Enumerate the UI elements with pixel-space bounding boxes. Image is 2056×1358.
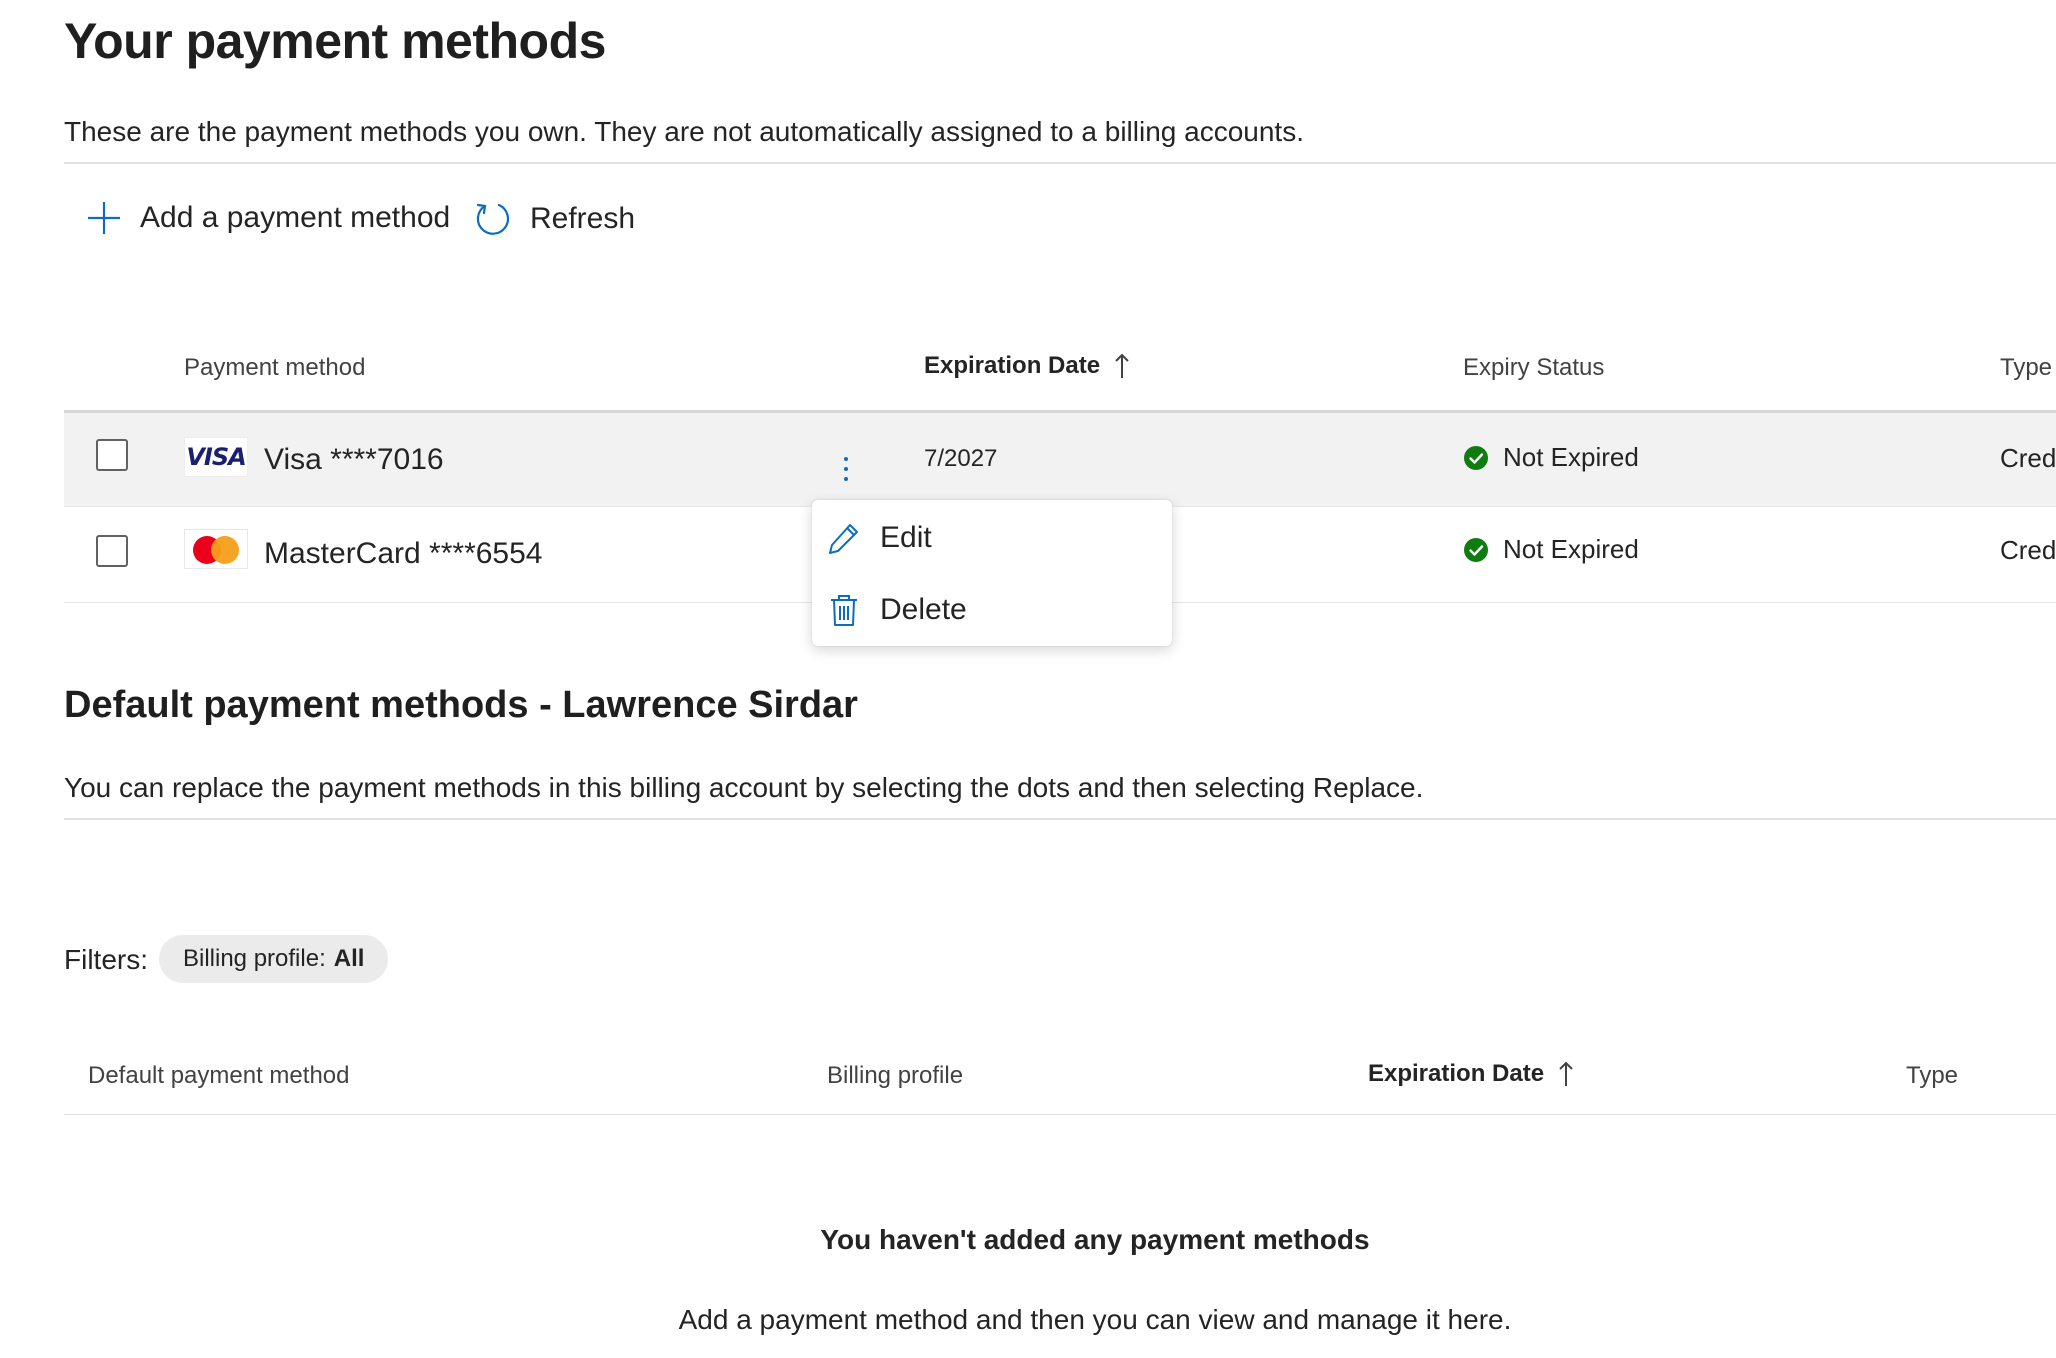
trash-icon <box>831 595 857 626</box>
sort-ascending-icon <box>1559 1061 1573 1086</box>
billing-profile-filter-chip[interactable]: Billing profile: All <box>159 935 389 983</box>
table-row[interactable]: VISA Visa ****7016 7/2027 Not Expired Cr… <box>64 410 2056 507</box>
plus-icon <box>88 202 120 234</box>
add-payment-method-label: Add a payment method <box>140 201 451 234</box>
filter-key: Billing profile: <box>183 945 326 972</box>
divider <box>64 1114 2056 1115</box>
column-header-expiry-status[interactable]: Expiry Status <box>1463 354 1604 382</box>
column-header-billing-profile[interactable]: Billing profile <box>827 1062 963 1090</box>
empty-state-title: You haven't added any payment methods <box>820 1224 1370 1255</box>
edit-menu-item[interactable]: Edit <box>826 520 932 556</box>
page-title: Your payment methods <box>64 13 606 69</box>
expiry-status: Not Expired <box>1463 534 1639 565</box>
row-checkbox[interactable] <box>96 535 128 567</box>
context-menu: Edit Delete <box>812 500 1172 646</box>
section-title: Default payment methods - Lawrence Sirda… <box>64 684 858 726</box>
empty-state-description: Add a payment method and then you can vi… <box>678 1304 1512 1335</box>
card-type: Credi <box>2000 443 2056 473</box>
sort-ascending-icon <box>1115 353 1129 378</box>
row-checkbox[interactable] <box>96 439 128 471</box>
delete-label: Delete <box>880 593 967 626</box>
divider <box>64 818 2056 820</box>
section-description: You can replace the payment methods in t… <box>64 772 1424 803</box>
column-header-type[interactable]: Type <box>2000 354 2052 382</box>
column-header-default-payment-method[interactable]: Default payment method <box>88 1062 349 1090</box>
check-circle-icon <box>1464 537 1488 562</box>
column-header-label: Expiration Date <box>924 352 1101 379</box>
refresh-button[interactable]: Refresh <box>474 200 635 238</box>
edit-label: Edit <box>880 521 932 554</box>
divider <box>64 162 2056 164</box>
column-header-expiration-date[interactable]: Expiration Date <box>924 352 1130 380</box>
column-header-label: Expiration Date <box>1368 1060 1545 1087</box>
expiration-date: 7/2027 <box>924 445 998 472</box>
column-header-type[interactable]: Type <box>1906 1062 1958 1090</box>
pencil-icon <box>829 524 858 554</box>
filter-value: All <box>333 945 365 972</box>
refresh-icon <box>476 203 509 235</box>
refresh-label: Refresh <box>530 202 636 235</box>
mastercard-logo-icon <box>184 529 248 569</box>
column-header-expiration-date[interactable]: Expiration Date <box>1368 1060 1574 1088</box>
visa-logo-icon: VISA <box>184 437 248 477</box>
check-circle-icon <box>1464 445 1488 470</box>
add-payment-method-button[interactable]: Add a payment method <box>86 200 450 236</box>
expiry-status: Not Expired <box>1463 442 1639 473</box>
card-name[interactable]: Visa ****7016 <box>264 443 444 477</box>
status-text: Not Expired <box>1503 442 1639 472</box>
status-text: Not Expired <box>1503 534 1639 564</box>
card-type: Credi <box>2000 535 2056 565</box>
delete-menu-item[interactable]: Delete <box>826 592 967 628</box>
filters-label: Filters: <box>64 944 148 975</box>
card-name[interactable]: MasterCard ****6554 <box>264 537 542 571</box>
more-options-icon[interactable] <box>836 449 856 489</box>
page-description: These are the payment methods you own. T… <box>64 116 1304 147</box>
column-header-payment-method[interactable]: Payment method <box>184 354 365 382</box>
